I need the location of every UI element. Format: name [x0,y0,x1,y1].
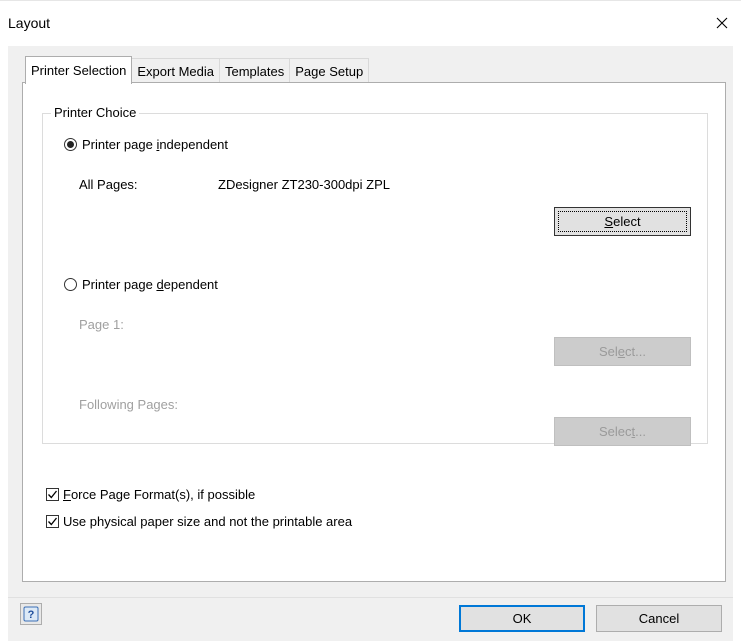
page-1-label: Page 1: [79,317,124,332]
all-pages-label: All Pages: [79,177,138,192]
tab-label: Export Media [137,63,214,79]
checkbox-label: Force Page Format(s), if possible [63,487,256,502]
tab-printer-selection[interactable]: Printer Selection [25,56,133,84]
checkmark-icon [48,517,58,526]
select-page-1-button[interactable]: Select... [554,337,691,366]
checkbox-label: Use physical paper size and not the prin… [63,514,353,529]
title-bar: Layout [0,0,741,46]
close-button[interactable] [709,10,735,36]
radio-printer-page-independent[interactable]: Printer page independent [64,137,228,152]
footer-separator [8,597,733,598]
close-icon [716,17,728,29]
button-label: Select... [599,344,646,359]
checkbox-box [46,488,59,501]
tab-label: Templates [224,63,285,79]
window-title: Layout [8,15,51,31]
button-label: Cancel [638,611,680,626]
radio-indicator [64,278,77,291]
svg-text:?: ? [28,609,35,621]
title-bar-top-border [0,0,741,1]
printer-choice-label: Printer Choice [51,105,140,120]
radio-label: Printer page dependent [82,277,218,292]
radio-printer-page-dependent[interactable]: Printer page dependent [64,277,218,292]
tab-export-media[interactable]: Export Media [131,58,220,83]
radio-label: Printer page independent [82,137,229,152]
tab-label: Page Setup [295,63,364,79]
printer-choice-group: Printer Choice Printer page independent … [42,105,708,446]
select-printer-button[interactable]: Select [554,207,691,236]
all-pages-printer-value: ZDesigner ZT230-300dpi ZPL [218,177,390,192]
button-label: Select... [599,424,646,439]
dialog-client-area: Printer Selection Export Media Templates… [8,46,733,641]
checkbox-physical-paper-size[interactable]: Use physical paper size and not the prin… [46,514,352,529]
button-label: Select [604,214,641,229]
radio-indicator [64,138,77,151]
button-label: OK [512,611,532,626]
tab-page-setup[interactable]: Page Setup [289,58,370,83]
radio-selected-dot [67,141,74,148]
checkmark-icon [48,490,58,499]
help-icon: ? [23,606,39,622]
tab-label: Printer Selection [31,63,127,78]
select-following-pages-button[interactable]: Select... [554,417,691,446]
help-button[interactable]: ? [20,603,42,625]
following-pages-label: Following Pages: [79,397,178,412]
tab-templates[interactable]: Templates [218,58,291,83]
cancel-button[interactable]: Cancel [596,605,722,632]
tab-strip: Printer Selection Export Media Templates… [25,56,370,84]
checkbox-force-page-format[interactable]: Force Page Format(s), if possible [46,487,255,502]
ok-button[interactable]: OK [459,605,585,632]
checkbox-box [46,515,59,528]
printer-selection-panel: Printer Choice Printer page independent … [22,82,726,582]
